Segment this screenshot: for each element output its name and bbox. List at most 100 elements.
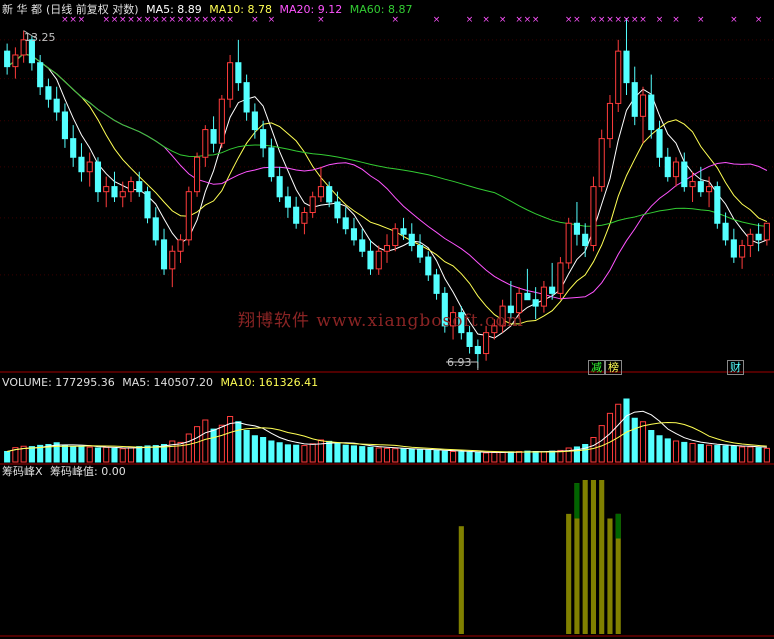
candle xyxy=(284,186,291,218)
volume-bar xyxy=(235,421,242,463)
volume-bar xyxy=(540,451,547,463)
candle xyxy=(210,116,217,153)
volume-bar xyxy=(119,448,126,463)
candle-body xyxy=(681,161,688,188)
candle xyxy=(103,176,110,208)
signal-marker: × xyxy=(482,15,490,25)
volume-bar xyxy=(672,440,680,463)
candle xyxy=(359,228,366,258)
candle-body xyxy=(383,245,391,252)
candle xyxy=(557,257,564,300)
candle-body xyxy=(350,228,358,241)
candle xyxy=(136,171,143,197)
watermark: 翔博软件 www.xiangbosoft.com xyxy=(238,311,524,331)
candle-body xyxy=(61,111,68,140)
volume-bar xyxy=(284,444,291,463)
candle-body xyxy=(127,181,135,193)
candle xyxy=(408,223,415,252)
candle xyxy=(383,234,391,263)
ma60-value: MA60: 8.87 xyxy=(349,3,413,16)
volume-bar xyxy=(441,450,448,463)
signal-marker: × xyxy=(656,15,664,25)
chip-bar xyxy=(599,480,605,634)
candle xyxy=(53,86,60,121)
volume-bar xyxy=(202,419,209,463)
candle-body xyxy=(45,86,52,100)
candle xyxy=(127,176,135,202)
candle-body xyxy=(309,196,316,214)
candle-body xyxy=(416,245,424,258)
signal-marker: × xyxy=(499,15,507,25)
candle xyxy=(714,181,721,229)
volume-bar xyxy=(111,447,118,463)
candle xyxy=(276,166,283,202)
signal-marker: × xyxy=(466,15,474,25)
candle xyxy=(590,176,597,252)
candle xyxy=(235,39,242,91)
candle xyxy=(342,207,349,235)
candle xyxy=(598,129,605,192)
volume-bar xyxy=(70,446,77,463)
candle-body xyxy=(359,239,366,252)
candle xyxy=(763,222,770,246)
volume-bar xyxy=(730,445,737,463)
candle-body xyxy=(689,181,696,188)
candle-body xyxy=(301,212,308,224)
volume-bar xyxy=(268,440,275,463)
candle-body xyxy=(763,222,770,241)
candle xyxy=(185,186,192,246)
candle-body xyxy=(12,54,19,68)
candle-body xyxy=(119,191,126,198)
candle xyxy=(177,234,184,263)
volume-bar xyxy=(359,446,366,463)
candle xyxy=(573,201,580,246)
stock-name: 新 华 都 xyxy=(2,3,42,16)
volume-bar xyxy=(326,440,333,463)
signal-marker: × xyxy=(532,15,540,25)
candle-body xyxy=(425,256,432,276)
chip-peak-bars xyxy=(458,480,621,634)
volume-bar xyxy=(243,430,250,463)
candle xyxy=(152,207,159,246)
candle-body xyxy=(103,186,110,193)
candle-body xyxy=(648,94,655,131)
candle xyxy=(70,125,77,167)
volume-bar xyxy=(342,444,349,463)
candle-body xyxy=(639,94,647,117)
candle-body xyxy=(606,102,614,140)
candle-body xyxy=(284,196,291,208)
chip-header: 筹码峰X 筹码峰值: 0.00 xyxy=(2,465,130,479)
candle xyxy=(78,143,85,182)
volume-bar xyxy=(549,450,556,463)
volume-bar xyxy=(334,442,341,463)
volume-bar xyxy=(590,437,597,463)
volume-bar xyxy=(763,447,770,463)
volume-bar xyxy=(416,449,424,463)
candle xyxy=(111,171,118,202)
chip-bar xyxy=(566,513,572,634)
candle xyxy=(730,228,737,263)
candle xyxy=(483,325,490,361)
volume-bar xyxy=(350,445,358,463)
candle-body xyxy=(111,186,118,198)
candle-body xyxy=(706,186,713,193)
candle-body xyxy=(367,250,374,270)
candle xyxy=(169,245,176,288)
candle xyxy=(119,181,126,208)
candle-body xyxy=(582,233,589,247)
candle-body xyxy=(697,181,704,193)
volume-bar xyxy=(276,442,283,463)
candle-body xyxy=(334,201,341,219)
candle xyxy=(350,217,358,246)
candle xyxy=(606,95,614,148)
volume-bar xyxy=(623,398,630,463)
volume-bar xyxy=(722,445,729,463)
candle-body xyxy=(747,233,754,247)
signal-marker: × xyxy=(697,15,705,25)
candle xyxy=(739,239,746,269)
volume-bar xyxy=(78,445,85,463)
tag-reduce: 减 xyxy=(588,360,605,375)
ma60-line xyxy=(6,53,767,227)
volume-bar xyxy=(185,433,192,463)
candle xyxy=(582,223,589,258)
